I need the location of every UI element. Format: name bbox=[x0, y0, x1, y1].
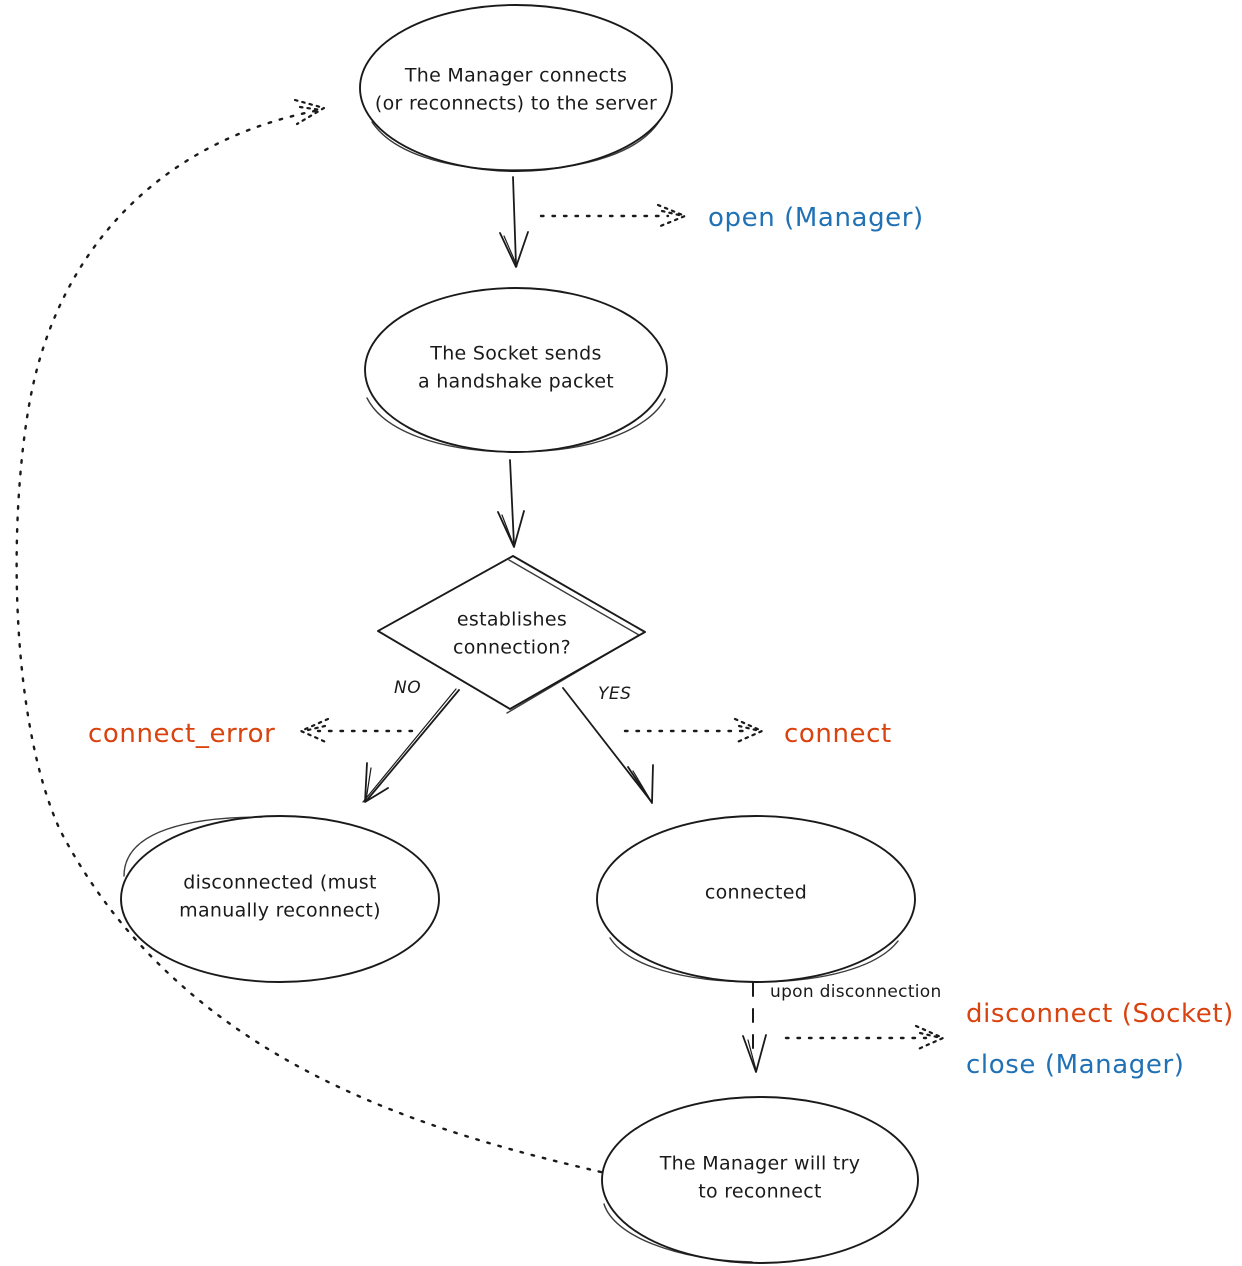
diagram-canvas: The Manager connects (or reconnects) to … bbox=[0, 0, 1242, 1266]
node-socket-handshake-line2: a handshake packet bbox=[418, 371, 614, 393]
branch-label-no: NO bbox=[394, 678, 421, 698]
event-label-close-manager: close (Manager) bbox=[966, 1050, 1185, 1080]
event-edge-connect bbox=[623, 717, 764, 745]
edge-connects-to-handshake bbox=[499, 176, 529, 268]
event-label-connect: connect bbox=[784, 719, 892, 749]
flowchart-svg: The Manager connects (or reconnects) to … bbox=[15, 4, 1234, 1264]
edge-decision-yes-to-connected bbox=[562, 687, 654, 804]
event-label-disconnect-socket: disconnect (Socket) bbox=[966, 999, 1234, 1029]
edge-label-upon-disconnection: upon disconnection bbox=[770, 982, 942, 1002]
node-disconnected-line2: manually reconnect) bbox=[179, 900, 381, 922]
node-disconnected-line1: disconnected (must bbox=[183, 872, 376, 894]
node-socket-handshake-line1: The Socket sends bbox=[429, 343, 601, 365]
event-edge-connect-error bbox=[299, 717, 414, 745]
event-label-open-manager: open (Manager) bbox=[708, 203, 924, 233]
node-will-reconnect-line2: to reconnect bbox=[698, 1181, 822, 1203]
edge-connected-to-will-reconnect bbox=[742, 982, 767, 1073]
node-will-reconnect[interactable]: The Manager will try to reconnect bbox=[601, 1096, 919, 1264]
branch-label-yes: YES bbox=[598, 684, 631, 704]
node-disconnected[interactable]: disconnected (must manually reconnect) bbox=[120, 815, 440, 983]
node-socket-handshake[interactable]: The Socket sends a handshake packet bbox=[364, 287, 668, 453]
edge-decision-no-to-disconnected bbox=[362, 688, 460, 803]
event-edge-open-manager bbox=[539, 203, 687, 229]
node-connected[interactable]: connected bbox=[596, 815, 916, 983]
node-decision-line1: establishes bbox=[457, 609, 567, 631]
node-will-reconnect-line1: The Manager will try bbox=[659, 1153, 861, 1175]
edge-handshake-to-decision bbox=[497, 459, 525, 548]
node-connected-label: connected bbox=[705, 882, 807, 904]
node-decision-line2: connection? bbox=[453, 637, 571, 659]
node-manager-connects-line2: (or reconnects) to the server bbox=[375, 93, 657, 115]
event-edge-disconnect-close bbox=[784, 1024, 945, 1052]
node-manager-connects[interactable]: The Manager connects (or reconnects) to … bbox=[359, 4, 673, 172]
node-manager-connects-line1: The Manager connects bbox=[404, 65, 627, 87]
event-label-connect-error: connect_error bbox=[88, 719, 275, 749]
